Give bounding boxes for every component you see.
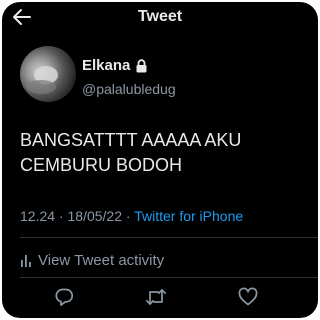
tweet-text-line: CEMBURU BODOH (20, 155, 183, 175)
heart-icon (238, 287, 258, 306)
tweet-date[interactable]: 18/05/22 (68, 208, 123, 224)
view-tweet-activity-label: View Tweet activity (38, 252, 165, 269)
retweet-icon (145, 289, 167, 305)
tweet-text-line: BANGSATTTT AAAAA AKU (20, 130, 242, 150)
bar-chart-icon (21, 254, 31, 267)
reply-button[interactable] (53, 286, 75, 308)
author-name-row: Elkana (82, 57, 148, 74)
top-bar: Tweet (2, 2, 318, 32)
reply-icon (55, 288, 74, 306)
display-name[interactable]: Elkana (82, 57, 130, 74)
tweet-source[interactable]: Twitter for iPhone (134, 208, 243, 224)
like-button[interactable] (237, 286, 259, 308)
tweet-time[interactable]: 12.24 (20, 208, 55, 224)
meta-separator: · (122, 208, 135, 224)
tweet-screen: Tweet Elkana @palalubledug BANGSATTTT AA… (2, 2, 318, 318)
divider (20, 237, 318, 238)
handle[interactable]: @palalubledug (82, 81, 176, 97)
meta-separator: · (55, 208, 68, 224)
retweet-button[interactable] (145, 286, 167, 308)
divider (20, 277, 318, 278)
lock-icon (136, 58, 147, 72)
tweet-text: BANGSATTTT AAAAA AKU CEMBURU BODOH (20, 128, 310, 178)
page-title: Tweet (137, 8, 183, 25)
tweet-meta: 12.24 · 18/05/22 · Twitter for iPhone (20, 208, 243, 224)
action-bar (2, 286, 318, 308)
view-tweet-activity[interactable]: View Tweet activity (20, 252, 164, 269)
avatar[interactable] (20, 46, 76, 102)
